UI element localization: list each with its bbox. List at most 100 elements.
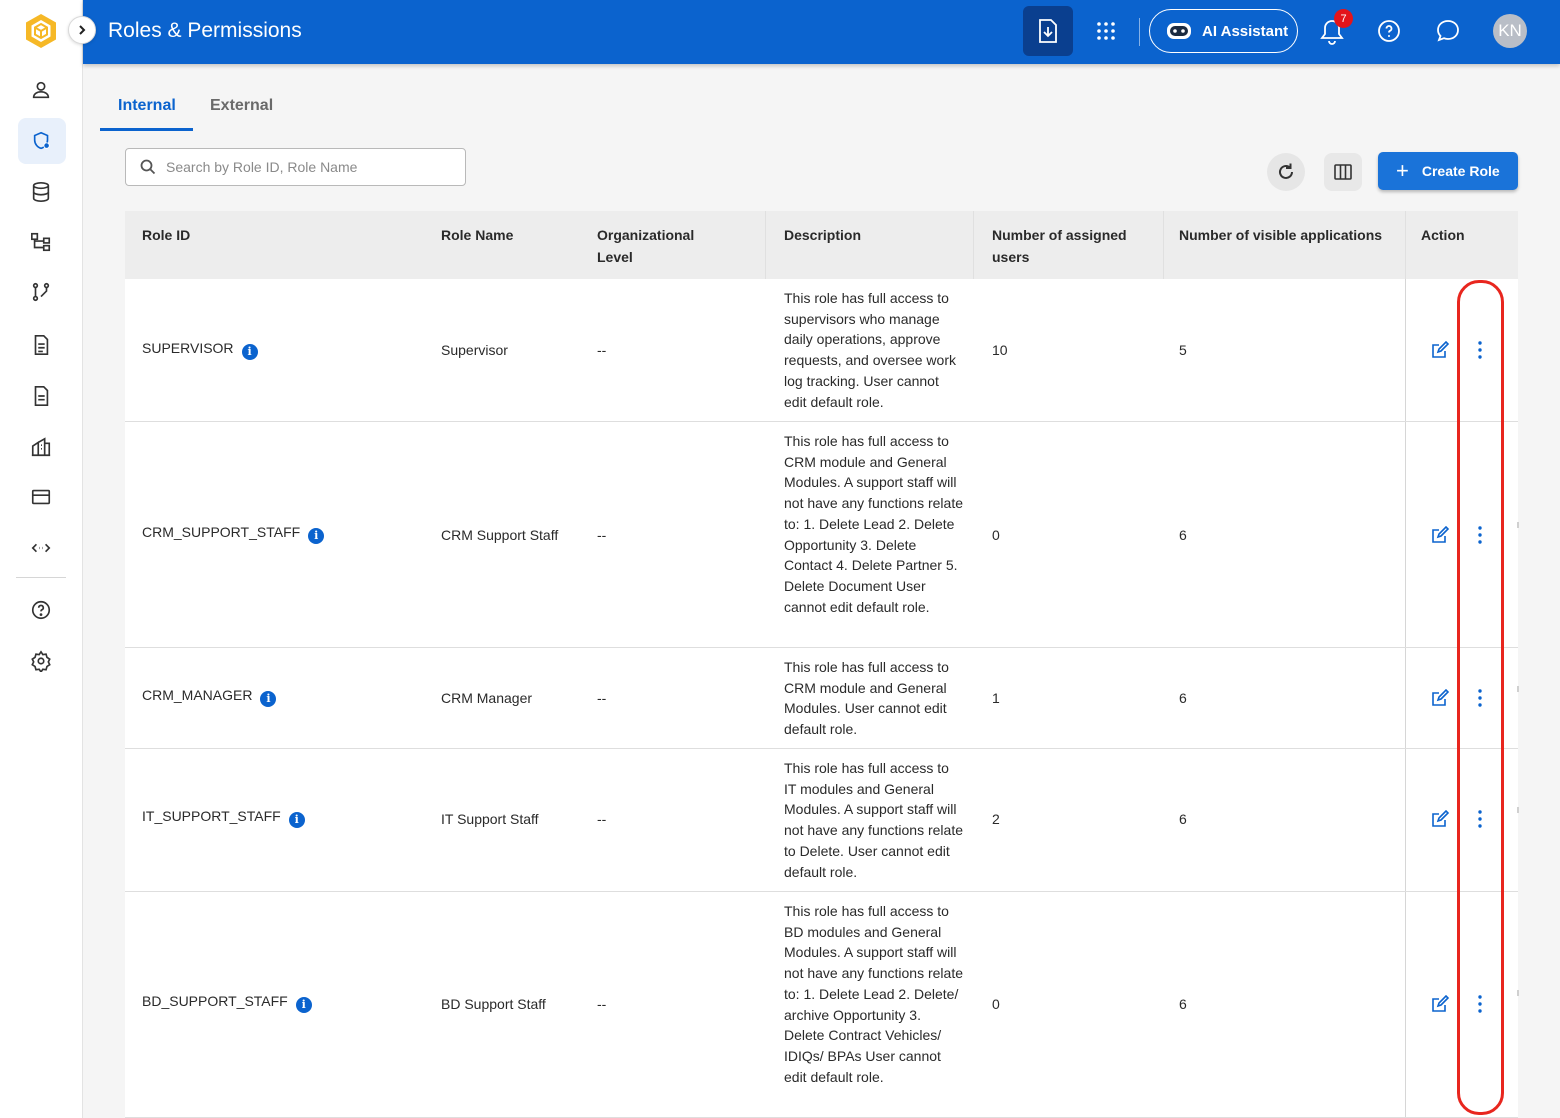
ai-assistant-label: AI Assistant (1202, 22, 1289, 40)
role-name: CRM Support Staff (441, 527, 559, 543)
info-icon[interactable]: i (260, 690, 277, 707)
role-name: BD Support Staff (441, 996, 546, 1012)
info-icon[interactable]: i (288, 811, 305, 828)
description: This role has full access to CRM module … (784, 433, 964, 615)
table-row: IT_SUPPORT_STAFF i IT Support Staff -- Th… (125, 749, 1519, 892)
tab-external[interactable]: External (210, 97, 273, 115)
left-sidebar (0, 0, 83, 1118)
description: This role has full access to CRM module … (784, 659, 949, 738)
edit-icon[interactable] (1431, 689, 1449, 707)
sidebar-divider (16, 577, 66, 578)
search-box[interactable] (125, 148, 466, 186)
app-logo-icon[interactable] (24, 13, 58, 49)
create-role-label: Create Role (1421, 163, 1500, 179)
visible-apps: 6 (1179, 690, 1187, 706)
workflow-icon[interactable] (22, 273, 60, 311)
columns-toggle-button[interactable] (1324, 153, 1362, 191)
role-name: CRM Manager (441, 690, 533, 706)
header-description[interactable]: Description (784, 224, 861, 246)
assigned-users: 1 (992, 690, 1000, 706)
scroll-tick (1517, 807, 1519, 813)
info-icon[interactable]: i (295, 996, 312, 1013)
download-file-icon (1039, 19, 1057, 43)
header-assigned-line1: Number of assigned (992, 227, 1127, 243)
header-separator (1163, 211, 1164, 279)
settings-gear-icon[interactable] (22, 642, 60, 680)
info-icon[interactable]: i (308, 527, 325, 544)
download-file-button[interactable] (1023, 6, 1073, 56)
header-org-level[interactable]: Organizational Level (597, 224, 694, 268)
header-org-level-line2: Level (597, 249, 633, 265)
table-row: CRM_MANAGER i CRM Manager -- This role ha… (125, 648, 1519, 749)
action-menu-highlight-outline (1457, 280, 1504, 1115)
search-input[interactable] (166, 159, 446, 175)
create-role-button[interactable]: + Create Role (1378, 152, 1518, 190)
role-id-cell: IT_SUPPORT_STAFF i (142, 808, 305, 828)
role-name: IT Support Staff (441, 811, 539, 827)
page-title: Roles & Permissions (108, 19, 302, 42)
header-separator (1405, 211, 1406, 279)
action-column-divider (1405, 422, 1406, 647)
role-id: CRM_MANAGER (142, 687, 253, 703)
tab-internal[interactable]: Internal (118, 97, 176, 115)
credit-card-icon[interactable] (22, 478, 60, 516)
description: This role has full access to BD modules … (784, 903, 964, 1085)
role-id: SUPERVISOR (142, 340, 234, 356)
role-id-cell: SUPERVISOR i (142, 340, 258, 360)
org-level: -- (597, 996, 607, 1012)
scroll-tick (1517, 522, 1519, 528)
topbar-divider (1139, 18, 1140, 46)
refresh-button[interactable] (1267, 153, 1305, 191)
database-icon[interactable] (22, 173, 60, 211)
chevron-right-icon (79, 25, 86, 35)
document-icon[interactable] (22, 326, 60, 364)
action-column-divider (1405, 648, 1406, 748)
shield-role-icon[interactable] (18, 118, 66, 164)
header-role-name[interactable]: Role Name (441, 224, 513, 246)
org-level: -- (597, 811, 607, 827)
table-row: CRM_SUPPORT_STAFF i CRM Support Staff -- … (125, 422, 1519, 648)
header-separator (765, 211, 766, 279)
top-bar: Roles & Permissions AI Assistant 7 KN (83, 0, 1560, 64)
info-icon[interactable]: i (241, 343, 258, 360)
notification-badge: 7 (1334, 9, 1353, 28)
person-icon[interactable] (22, 71, 60, 109)
edit-icon[interactable] (1431, 341, 1449, 359)
assigned-users: 2 (992, 811, 1000, 827)
edit-icon[interactable] (1431, 526, 1449, 544)
document-list-icon[interactable] (22, 377, 60, 415)
edit-icon[interactable] (1431, 810, 1449, 828)
edit-icon[interactable] (1431, 995, 1449, 1013)
hierarchy-icon[interactable] (22, 223, 60, 261)
action-column-divider (1405, 892, 1406, 1117)
visible-apps: 6 (1179, 527, 1187, 543)
assigned-users: 10 (992, 342, 1008, 358)
chat-bubble-icon[interactable] (1435, 18, 1461, 44)
table-row: BD_SUPPORT_STAFF i BD Support Staff -- Th… (125, 892, 1519, 1118)
table-header: Role ID Role Name Organizational Level D… (125, 211, 1518, 279)
building-icon[interactable] (22, 428, 60, 466)
help-icon[interactable] (1377, 19, 1401, 43)
apps-grid-button[interactable] (1093, 18, 1119, 44)
ai-assistant-button[interactable]: AI Assistant (1149, 9, 1298, 53)
org-level: -- (597, 527, 607, 543)
role-id-cell: CRM_SUPPORT_STAFF i (142, 524, 325, 544)
header-assigned-users[interactable]: Number of assigned users (992, 224, 1127, 268)
columns-icon (1334, 164, 1352, 180)
role-id: BD_SUPPORT_STAFF (142, 993, 288, 1009)
sidebar-expand-button[interactable] (68, 16, 96, 44)
org-level: -- (597, 342, 607, 358)
role-id-cell: CRM_MANAGER i (142, 687, 277, 707)
search-icon (140, 159, 156, 175)
visible-apps: 5 (1179, 342, 1187, 358)
table-row: SUPERVISOR i Supervisor -- This role has … (125, 279, 1518, 422)
header-separator (973, 211, 974, 279)
help-circle-icon[interactable] (22, 591, 60, 629)
user-avatar[interactable]: KN (1493, 14, 1527, 48)
header-visible-apps[interactable]: Number of visible applications (1179, 224, 1382, 246)
assigned-users: 0 (992, 527, 1000, 543)
apps-grid-icon (1097, 22, 1115, 40)
header-role-id[interactable]: Role ID (142, 224, 190, 246)
code-arrows-icon[interactable] (22, 529, 60, 567)
visible-apps: 6 (1179, 996, 1187, 1012)
